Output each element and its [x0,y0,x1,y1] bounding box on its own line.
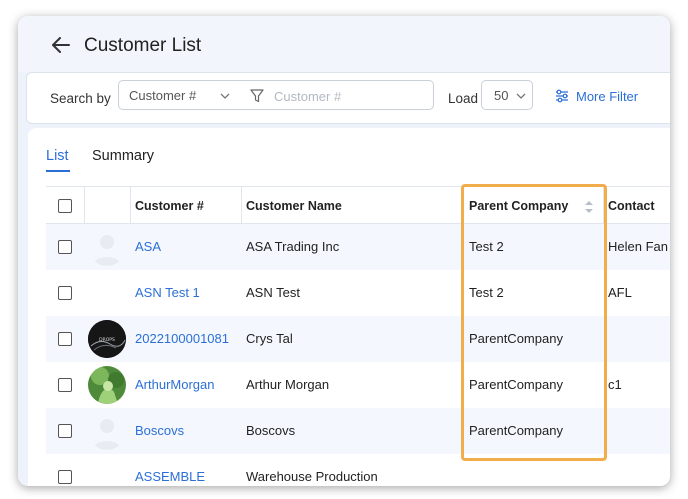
row-checkbox[interactable] [58,286,72,300]
customer-name: ASA Trading Inc [246,239,340,254]
search-field-select[interactable]: Customer # [118,80,239,110]
parent-company: ParentCompany [469,423,563,438]
row-checkbox[interactable] [58,470,72,484]
sort-icon[interactable] [584,200,594,214]
customer-no-link[interactable]: ArthurMorgan [135,377,214,392]
contact: c1 [608,377,622,392]
active-tab-indicator [46,170,70,172]
avatar-placeholder [88,228,126,266]
table-row[interactable]: ASN Test 1 ASN Test Test 2 AFL [46,270,670,316]
customer-name: Crys Tal [246,331,293,346]
row-checkbox[interactable] [58,332,72,346]
chevron-down-icon [516,93,526,99]
parent-company: Test 2 [469,239,504,254]
customer-no-link[interactable]: 2022100001081 [135,331,229,346]
customer-name: Arthur Morgan [246,377,330,392]
load-count-value: 50 [494,88,509,103]
avatar [88,366,126,404]
tab-list[interactable]: List [46,148,69,164]
more-filter-button[interactable]: More Filter [555,87,665,107]
column-divider [462,187,463,225]
search-bar: Search by Customer # Customer # Load 50 [26,72,670,124]
svg-text:DROPS: DROPS [99,337,115,343]
column-divider [130,187,131,225]
list-card: List Summary Customer # Customer Name Pa… [28,128,670,486]
customer-no-link[interactable]: ASN Test 1 [135,285,200,300]
select-all-checkbox[interactable] [58,199,72,213]
load-count-select[interactable]: 50 [481,80,533,110]
avatar: DROPS [88,320,126,358]
table-row[interactable]: Boscovs Boscovs ParentCompany [46,408,670,454]
customer-name: Boscovs [246,423,296,438]
parent-company: ParentCompany [469,377,563,392]
parent-company: Test 2 [469,285,504,300]
avatar-placeholder [88,412,126,450]
filter-icon [250,89,264,103]
parent-company: ParentCompany [469,331,563,346]
row-checkbox[interactable] [58,378,72,392]
load-label: Load [448,91,479,106]
customer-name: ASN Test [246,285,300,300]
table-row[interactable]: DROPS 2022100001081 Crys Tal ParentCompa… [46,316,670,362]
search-input-placeholder: Customer # [274,89,342,104]
column-header-customer-no[interactable]: Customer # [135,199,204,213]
table-header: Customer # Customer Name Parent Company … [46,186,670,225]
contact: Helen Fan [608,239,668,254]
row-checkbox[interactable] [58,240,72,254]
column-header-parent-company[interactable]: Parent Company [469,199,568,213]
tab-summary[interactable]: Summary [92,148,154,164]
more-filter-label: More Filter [576,89,639,104]
table-row[interactable]: ASA ASA Trading Inc Test 2 Helen Fan [46,224,670,270]
contact: AFL [608,285,632,300]
sliders-icon [556,89,568,103]
customer-no-link[interactable]: ASSEMBLE [135,469,205,484]
customer-name: Warehouse Production [246,469,378,484]
chevron-down-icon [220,93,230,99]
page-header: Customer List [18,16,670,72]
column-divider [241,187,242,225]
column-divider [603,187,604,225]
search-input[interactable]: Customer # [238,80,434,110]
table-row[interactable]: ASSEMBLE Warehouse Production [46,454,670,486]
search-field-value: Customer # [129,88,197,103]
search-by-label: Search by [50,91,111,106]
column-header-customer-name[interactable]: Customer Name [246,199,342,213]
row-checkbox[interactable] [58,424,72,438]
back-arrow-icon[interactable] [52,37,70,53]
page-title: Customer List [84,35,202,56]
customer-list-window: Customer List Search by Customer # Custo… [18,16,670,486]
customer-no-link[interactable]: ASA [135,239,161,254]
column-divider [84,187,85,225]
table-row[interactable]: ArthurMorgan Arthur Morgan ParentCompany… [46,362,670,408]
column-header-contact[interactable]: Contact [608,199,655,213]
customer-no-link[interactable]: Boscovs [135,423,184,438]
